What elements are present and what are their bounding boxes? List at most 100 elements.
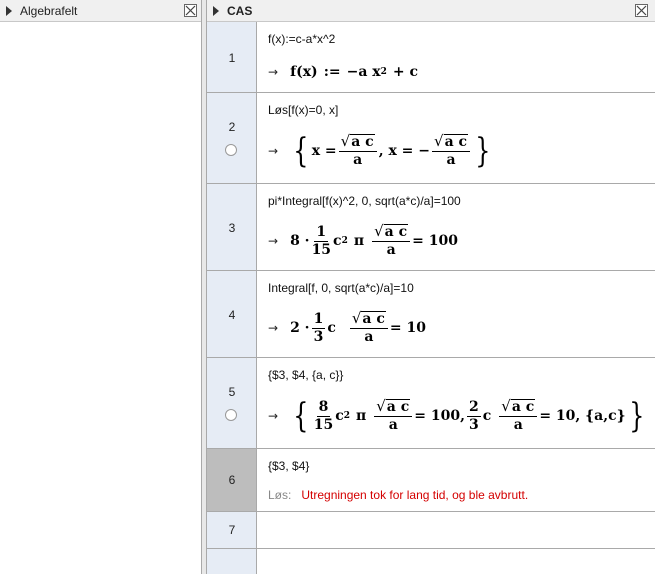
math-text: , x = −	[378, 143, 431, 159]
cas-row[interactable]: 2 Løs[f(x)=0, x] → { x = √ a ca , x = − √…	[207, 93, 655, 184]
math-text: a c	[361, 311, 386, 327]
sqrt-sign: √	[501, 397, 511, 415]
math-text: = 100	[412, 233, 458, 249]
math-text: a	[446, 152, 456, 168]
cas-output: → 2 · 13 c √ a c a = 10	[268, 308, 426, 348]
math-text: a c	[385, 399, 411, 415]
row-number: 6	[228, 473, 236, 487]
math-text: 15	[311, 241, 332, 258]
expand-triangle-icon[interactable]	[213, 6, 219, 16]
sqrt-sign: √	[376, 397, 386, 415]
row-number-cell[interactable]: 1	[207, 22, 257, 92]
math-text: a	[364, 329, 374, 345]
close-icon[interactable]	[184, 4, 197, 17]
sqrt-sign: √	[340, 132, 351, 150]
cas-input[interactable]: Integral[f, 0, sqrt(a*c)/a]=10	[268, 281, 414, 295]
math-fraction: √ a c a	[338, 132, 377, 169]
math-text: + c	[392, 64, 419, 80]
cas-output: → { 8 15 c2 π √ a ca = 100, 23 c √ a ca = 1…	[268, 396, 647, 436]
left-brace: {	[293, 131, 309, 171]
row-number-cell[interactable]: 6	[207, 449, 257, 511]
left-brace: {	[293, 396, 309, 436]
output-arrow-icon: →	[268, 321, 279, 335]
math-text: c	[327, 320, 336, 336]
math-fraction: √ a c a	[432, 132, 471, 169]
math-text: 1	[314, 223, 329, 242]
math-text: a c	[383, 224, 409, 240]
cas-input[interactable]: {$3, $4, {a, c}}	[268, 368, 343, 382]
cas-view-header: CAS	[207, 0, 655, 22]
expand-triangle-icon[interactable]	[6, 6, 12, 16]
cas-input[interactable]: Løs[f(x)=0, x]	[268, 103, 338, 117]
right-brace: }	[628, 396, 645, 436]
row-number: 3	[228, 221, 236, 235]
math-text: π	[355, 408, 367, 424]
math-text: c	[333, 233, 342, 249]
sqrt-sign: √	[434, 132, 444, 150]
sqrt-sign: √	[351, 309, 362, 327]
error-message: Utregningen tok for lang tid, og ble avb…	[301, 488, 529, 502]
cas-input[interactable]: pi*Integral[f(x)^2, 0, sqrt(a*c)/a]=100	[268, 194, 461, 208]
cas-output: → { x = √ a ca , x = − √ a ca }	[268, 131, 494, 171]
right-brace: }	[475, 131, 491, 171]
cas-row[interactable]: 3 pi*Integral[f(x)^2, 0, sqrt(a*c)/a]=10…	[207, 184, 655, 271]
math-text: 3	[468, 416, 479, 433]
math-fraction: √ a c a	[499, 397, 538, 434]
cas-output: → 8 · 1 15 c2 π √ a c a = 100	[268, 221, 458, 261]
output-arrow-icon: →	[268, 65, 279, 79]
row-number-cell[interactable]: 5	[207, 358, 257, 448]
algebra-view-header: Algebrafelt	[0, 0, 201, 22]
math-text: 8	[316, 398, 331, 417]
math-text: 15	[313, 416, 334, 433]
output-arrow-icon: →	[268, 144, 279, 158]
cas-row[interactable]: 7	[207, 512, 655, 549]
math-fraction: √ a c a	[374, 397, 413, 434]
math-text: 2	[466, 398, 481, 417]
cas-input[interactable]: {$3, $4}	[268, 459, 309, 473]
math-fraction: √ a c a	[349, 309, 388, 346]
cas-row[interactable]: 1 f(x):=c-a*x^2 → f(x) := −a x2 + c	[207, 22, 655, 93]
math-text: a c	[510, 399, 536, 415]
error-label: Løs:	[268, 488, 292, 502]
math-text: a	[388, 417, 398, 433]
row-number-cell[interactable]: 3	[207, 184, 257, 270]
cas-input[interactable]: f(x):=c-a*x^2	[268, 32, 335, 46]
math-text: c	[482, 408, 492, 424]
math-text: a c	[350, 134, 375, 150]
cas-view-panel: CAS 1 f(x):=c-a*x^2 → f(x) := −a x2 + c …	[206, 0, 655, 574]
math-text: a	[353, 152, 363, 168]
row-number: 4	[228, 308, 236, 322]
cas-row[interactable]	[207, 549, 655, 574]
math-text: −a x	[346, 64, 381, 80]
math-text: c	[335, 408, 344, 424]
math-fraction: 1 15	[312, 224, 331, 259]
row-number-cell[interactable]	[207, 549, 257, 574]
row-number: 1	[228, 51, 236, 65]
math-fraction: 13	[311, 311, 326, 346]
cas-view-title: CAS	[227, 4, 253, 18]
cas-output: Løs: Utregningen tok for lang tid, og bl…	[268, 486, 528, 504]
math-text: = 10, {a,c}	[539, 408, 626, 424]
math-text: a	[513, 417, 523, 433]
row-number: 2	[228, 120, 236, 134]
math-text: 2 ·	[290, 320, 310, 336]
row-number-cell[interactable]: 4	[207, 271, 257, 357]
row-number-cell[interactable]: 2	[207, 93, 257, 183]
output-arrow-icon: →	[268, 409, 279, 423]
sqrt-sign: √	[374, 222, 384, 240]
close-icon[interactable]	[635, 4, 648, 17]
cas-row[interactable]: 6 {$3, $4} Løs: Utregningen tok for lang…	[207, 449, 655, 512]
math-fraction: 8 15	[314, 399, 333, 434]
math-text: f(x)	[290, 64, 318, 80]
cas-row[interactable]: 5 {$3, $4, {a, c}} → { 8 15 c2 π √ a ca = …	[207, 358, 655, 449]
cas-row[interactable]: 4 Integral[f, 0, sqrt(a*c)/a]=10 → 2 · 1…	[207, 271, 655, 358]
row-number-cell[interactable]: 7	[207, 512, 257, 548]
algebra-view-title: Algebrafelt	[20, 4, 78, 18]
math-text: a c	[443, 134, 469, 150]
row-number: 5	[228, 385, 236, 399]
math-text: 3	[313, 328, 324, 345]
plot-toggle-radio[interactable]	[225, 144, 237, 156]
math-exponent: 2	[341, 236, 348, 246]
math-exponent: 2	[380, 67, 387, 77]
plot-toggle-radio[interactable]	[225, 409, 237, 421]
